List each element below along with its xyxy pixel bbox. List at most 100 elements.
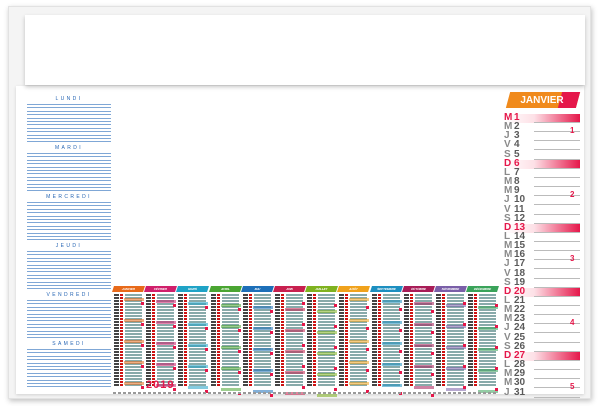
mini-text-mark bbox=[339, 369, 345, 371]
mini-text-mark bbox=[468, 321, 474, 323]
mini-text-mark bbox=[339, 306, 345, 308]
mini-text-mark bbox=[157, 360, 175, 362]
holiday-mark bbox=[141, 365, 144, 368]
mini-text-mark bbox=[474, 324, 478, 326]
holiday-mark bbox=[463, 323, 466, 326]
holiday-mark bbox=[495, 346, 499, 349]
mini-text-mark bbox=[436, 336, 441, 338]
ruled-line bbox=[27, 254, 111, 256]
holiday-mark bbox=[173, 325, 177, 328]
mini-text-mark bbox=[210, 381, 216, 383]
mini-text-mark bbox=[114, 297, 119, 299]
mini-text-mark bbox=[474, 384, 478, 386]
holiday-mark bbox=[237, 329, 241, 332]
mini-text-mark bbox=[114, 306, 119, 308]
mini-text-mark bbox=[120, 345, 123, 347]
mini-text-mark bbox=[307, 366, 313, 368]
footer-fine-print bbox=[113, 392, 498, 394]
mini-text-mark bbox=[216, 306, 220, 308]
mini-text-mark bbox=[114, 363, 119, 365]
mini-text-mark bbox=[157, 357, 175, 359]
mini-text-mark bbox=[216, 315, 220, 317]
mini-text-mark bbox=[382, 357, 400, 359]
ruled-line bbox=[27, 313, 111, 315]
ruled-line bbox=[27, 205, 111, 207]
holiday-mark bbox=[366, 348, 370, 351]
mini-text-mark bbox=[468, 330, 474, 332]
mini-text-mark bbox=[120, 300, 123, 302]
mini-text-mark bbox=[345, 372, 349, 374]
mini-text-mark bbox=[318, 363, 336, 365]
mini-text-mark bbox=[221, 378, 239, 380]
mini-text-mark bbox=[114, 348, 119, 350]
mini-text-mark bbox=[479, 321, 497, 323]
mini-text-mark bbox=[114, 300, 119, 302]
sunday-highlight bbox=[156, 321, 177, 324]
mini-text-mark bbox=[442, 294, 445, 296]
mini-text-mark bbox=[221, 363, 239, 365]
mini-text-mark bbox=[253, 381, 271, 383]
mini-text-mark bbox=[275, 360, 280, 362]
mini-text-mark bbox=[146, 366, 152, 368]
mini-text-mark bbox=[474, 297, 478, 299]
mini-text-mark bbox=[152, 303, 156, 305]
ruled-line bbox=[27, 225, 111, 227]
notes-day-label: JEUDI bbox=[55, 243, 83, 249]
mini-text-mark bbox=[189, 297, 207, 299]
mini-text-mark bbox=[403, 321, 409, 323]
mini-text-mark bbox=[114, 354, 119, 356]
mini-text-mark bbox=[253, 321, 271, 323]
ruled-line bbox=[27, 114, 111, 116]
mini-text-mark bbox=[210, 357, 216, 359]
notes-day-label: VENDREDI bbox=[46, 292, 92, 298]
holiday-mark bbox=[302, 386, 305, 389]
mini-text-mark bbox=[114, 381, 119, 383]
mini-text-mark bbox=[377, 318, 381, 320]
mini-text-mark bbox=[345, 294, 349, 296]
mini-text-mark bbox=[157, 297, 175, 299]
mini-text-mark bbox=[436, 339, 441, 341]
mini-text-mark bbox=[479, 354, 497, 356]
mini-text-mark bbox=[221, 336, 239, 338]
mini-text-mark bbox=[345, 348, 349, 350]
ruled-line bbox=[27, 271, 111, 273]
mini-text-mark bbox=[479, 300, 497, 302]
month-column: SEPTEMBRE bbox=[369, 286, 403, 395]
mini-text-mark bbox=[350, 378, 368, 380]
mini-text-mark bbox=[178, 297, 184, 299]
sunday-highlight bbox=[220, 304, 241, 307]
mini-text-mark bbox=[275, 318, 280, 320]
mini-text-mark bbox=[253, 345, 271, 347]
mini-text-mark bbox=[157, 354, 175, 356]
month-day-row bbox=[274, 384, 305, 386]
mini-text-mark bbox=[447, 378, 464, 380]
mini-text-mark bbox=[114, 375, 119, 377]
mini-text-mark bbox=[216, 312, 220, 314]
month-header: JANVIER bbox=[112, 286, 145, 292]
mini-text-mark bbox=[318, 369, 336, 371]
mini-text-mark bbox=[189, 381, 207, 383]
mini-text-mark bbox=[447, 333, 464, 335]
mini-text-mark bbox=[345, 378, 349, 380]
mini-text-mark bbox=[120, 372, 123, 374]
mini-text-mark bbox=[377, 333, 381, 335]
mini-text-mark bbox=[275, 297, 280, 299]
mini-text-mark bbox=[253, 336, 271, 338]
sunday-highlight bbox=[381, 342, 402, 345]
ruled-line bbox=[27, 138, 111, 139]
mini-text-mark bbox=[242, 342, 248, 344]
mini-text-mark bbox=[125, 375, 142, 377]
mini-text-mark bbox=[313, 345, 317, 347]
mini-text-mark bbox=[216, 300, 220, 302]
mini-text-mark bbox=[377, 306, 381, 308]
mini-text-mark bbox=[313, 309, 317, 311]
mini-text-mark bbox=[414, 297, 432, 299]
mini-text-mark bbox=[313, 312, 317, 314]
mini-text-mark bbox=[242, 312, 248, 314]
mini-text-mark bbox=[382, 339, 400, 341]
mini-text-mark bbox=[313, 336, 317, 338]
mini-text-mark bbox=[474, 357, 478, 359]
mini-text-mark bbox=[442, 330, 445, 332]
sunday-highlight bbox=[413, 344, 434, 347]
mini-text-mark bbox=[242, 381, 248, 383]
